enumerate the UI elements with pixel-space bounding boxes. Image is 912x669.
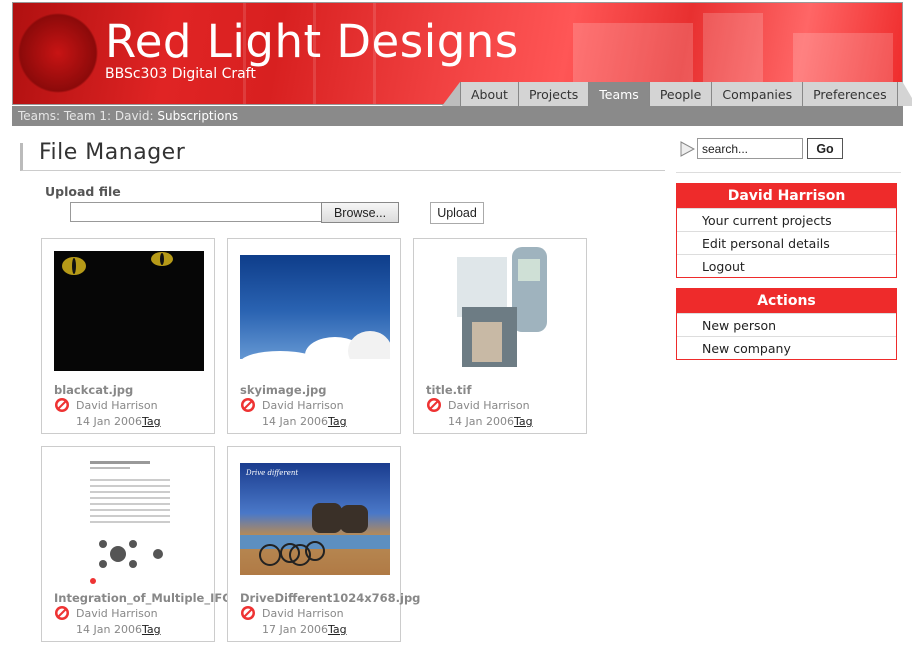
menu-item-current-projects[interactable]: Your current projects	[677, 208, 896, 231]
nav-edge-right	[896, 82, 912, 106]
tag-link[interactable]: Tag	[328, 415, 347, 428]
site-subtitle: BBSc303 Digital Craft	[105, 66, 256, 82]
no-entry-icon	[427, 398, 441, 412]
document-image	[90, 461, 170, 584]
sidebar-divider	[676, 172, 901, 173]
tag-link[interactable]: Tag	[142, 623, 161, 636]
tag-link[interactable]: Tag	[328, 623, 347, 636]
page-title: File Manager	[39, 140, 186, 165]
file-card: Drive different DriveDifferent1024x768.j…	[227, 446, 420, 642]
main-nav: About Projects Teams People Companies Pr…	[442, 82, 912, 106]
file-card: blackcat.jpg David Harrison 14 Jan 2006T…	[41, 238, 215, 434]
file-name[interactable]: blackcat.jpg	[54, 383, 133, 397]
upload-label: Upload file	[45, 184, 121, 199]
file-date: 14 Jan 2006	[76, 623, 142, 636]
page-title-bar: File Manager	[20, 140, 665, 171]
file-owner: David Harrison	[262, 399, 344, 412]
user-panel-title: David Harrison	[677, 184, 896, 208]
file-name[interactable]: DriveDifferent1024x768.jpg	[240, 591, 420, 605]
file-card: skyimage.jpg David Harrison 14 Jan 2006T…	[227, 238, 401, 434]
menu-item-edit-details[interactable]: Edit personal details	[677, 231, 896, 254]
file-owner: David Harrison	[76, 607, 158, 620]
tab-projects[interactable]: Projects	[517, 82, 589, 106]
tag-link[interactable]: Tag	[142, 415, 161, 428]
search-go-button[interactable]: Go	[807, 138, 843, 159]
elephants-image	[240, 503, 390, 566]
breadcrumb: Teams: Team 1: David: Subscriptions	[12, 106, 903, 126]
actions-panel-title: Actions	[677, 289, 896, 313]
file-date: 17 Jan 2006	[262, 623, 328, 636]
tab-companies[interactable]: Companies	[711, 82, 803, 106]
file-card: Integration_of_Multiple_IFC_Servers.pdf …	[41, 446, 312, 642]
file-date-row: 14 Jan 2006Tag	[448, 415, 533, 428]
file-date: 14 Jan 2006	[76, 415, 142, 428]
file-thumbnail-drive[interactable]: Drive different	[240, 463, 390, 575]
file-owner: David Harrison	[448, 399, 530, 412]
cat-image	[62, 252, 173, 275]
menu-item-new-company[interactable]: New company	[677, 336, 896, 359]
breadcrumb-current: Subscriptions	[157, 109, 239, 123]
file-name[interactable]: skyimage.jpg	[240, 383, 326, 397]
file-thumbnail-blackcat[interactable]	[54, 251, 204, 371]
tab-teams[interactable]: Teams	[588, 82, 649, 106]
file-thumbnail-sky[interactable]	[240, 255, 390, 367]
file-thumbnail-title[interactable]	[452, 247, 552, 375]
file-name[interactable]: title.tif	[426, 383, 472, 397]
collage-image	[457, 247, 547, 367]
tab-preferences[interactable]: Preferences	[802, 82, 897, 106]
actions-panel: Actions New person New company	[676, 288, 897, 360]
no-entry-icon	[55, 398, 69, 412]
file-owner: David Harrison	[262, 607, 344, 620]
file-date: 14 Jan 2006	[448, 415, 514, 428]
menu-item-logout[interactable]: Logout	[677, 254, 896, 277]
no-entry-icon	[55, 606, 69, 620]
file-date-row: 14 Jan 2006Tag	[76, 623, 161, 636]
play-arrow-icon	[680, 141, 695, 157]
tab-people[interactable]: People	[648, 82, 712, 106]
user-panel: David Harrison Your current projects Edi…	[676, 183, 897, 278]
file-date-row: 17 Jan 2006Tag	[262, 623, 347, 636]
menu-item-new-person[interactable]: New person	[677, 313, 896, 336]
no-entry-icon	[241, 606, 255, 620]
file-owner: David Harrison	[76, 399, 158, 412]
drive-thumb-caption: Drive different	[246, 469, 299, 477]
breadcrumb-path[interactable]: Teams: Team 1: David:	[18, 109, 157, 123]
nav-edge-left	[442, 82, 460, 106]
search-input[interactable]	[697, 138, 803, 159]
tab-about[interactable]: About	[460, 82, 518, 106]
file-card: title.tif David Harrison 14 Jan 2006Tag	[413, 238, 587, 434]
tag-link[interactable]: Tag	[514, 415, 533, 428]
site-title: Red Light Designs	[105, 15, 519, 68]
no-entry-icon	[241, 398, 255, 412]
browse-button[interactable]: Browse...	[321, 202, 399, 223]
file-path-input[interactable]	[70, 202, 322, 222]
cloud-image	[240, 331, 390, 367]
file-date-row: 14 Jan 2006Tag	[76, 415, 161, 428]
file-date-row: 14 Jan 2006Tag	[262, 415, 347, 428]
upload-button[interactable]: Upload	[430, 202, 484, 224]
file-thumbnail-pdf[interactable]	[88, 459, 174, 587]
file-date: 14 Jan 2006	[262, 415, 328, 428]
